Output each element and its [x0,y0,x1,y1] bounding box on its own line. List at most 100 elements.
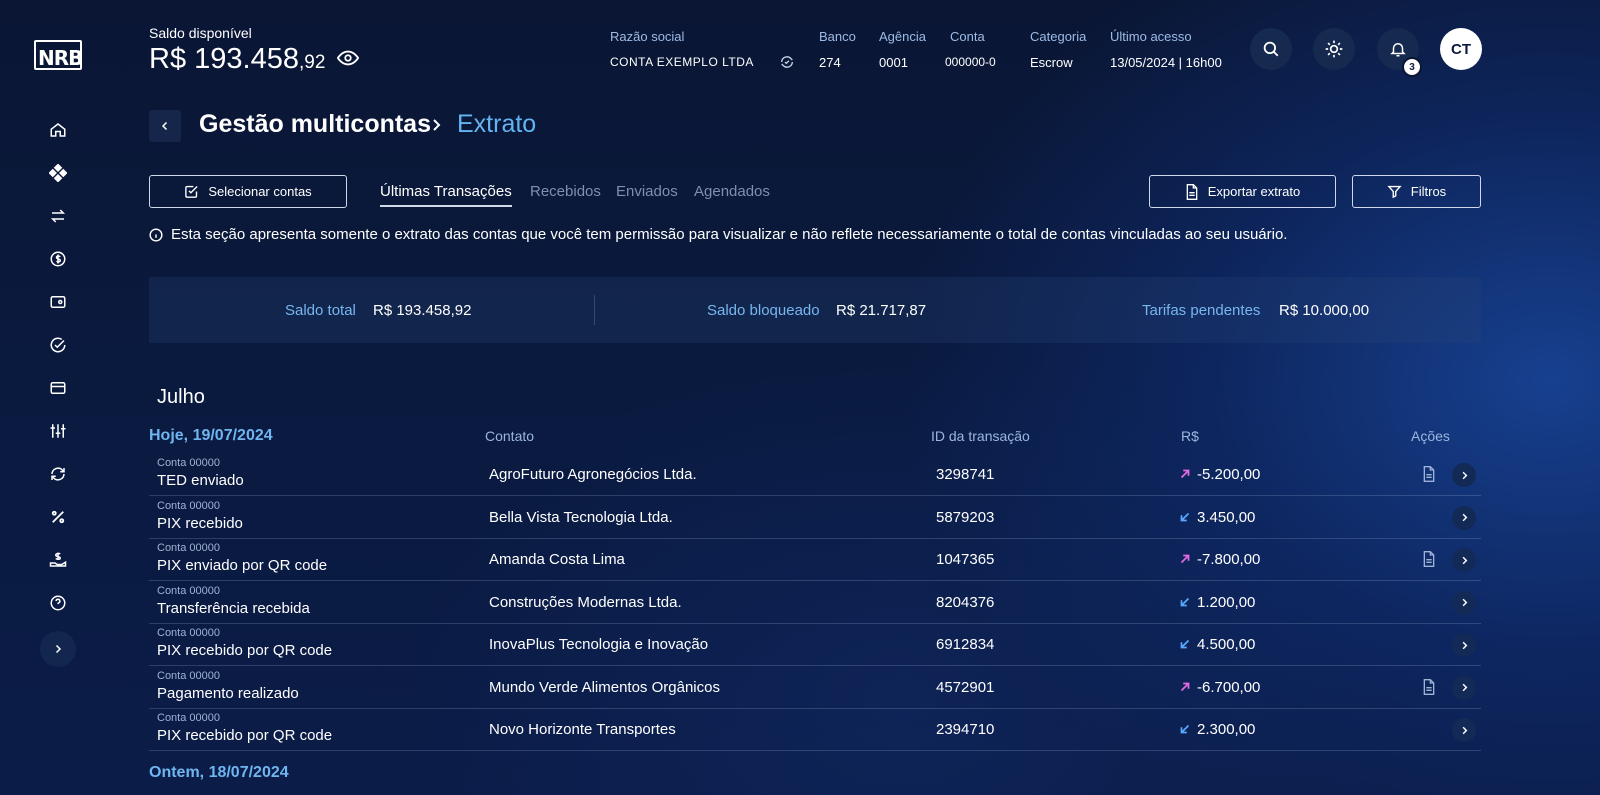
amount: -6.700,00 [1197,678,1261,696]
eye-icon[interactable] [337,50,359,66]
dollar-icon[interactable] [46,247,70,271]
table-row[interactable]: Conta 00000 PIX enviado por QR code Amanda… [149,539,1481,581]
receipt-icon[interactable] [1422,678,1436,695]
sliders-icon[interactable] [46,419,70,443]
tab-enviados[interactable]: Enviados [616,183,678,200]
info-notice: Esta seção apresenta somente o extrato d… [149,226,1287,243]
transaction-id: 4572901 [936,678,995,696]
agencia-value: 0001 [879,55,908,70]
wallet-icon[interactable] [46,290,70,314]
table-row[interactable]: Conta 00000 Transferência recebida Constru… [149,582,1481,624]
back-button[interactable] [149,110,181,142]
row-details-button[interactable] [1452,675,1476,700]
table-row[interactable]: Conta 00000 PIX recebido por QR code Novo … [149,709,1481,751]
table-row[interactable]: Conta 00000 TED enviado AgroFuturo Agroneg… [149,454,1481,496]
pending-fees-value: R$ 10.000,00 [1279,302,1370,319]
tab-ultimas-transacoes[interactable]: Últimas Transações [380,183,512,200]
row-details-button[interactable] [1452,590,1476,615]
amount: -5.200,00 [1197,466,1261,483]
balance-summary: Saldo total R$ 193.458,92 Saldo bloquead… [149,277,1481,343]
conta-label: Conta [950,29,985,44]
sidebar-expand-button[interactable] [40,631,76,667]
column-amount: R$ [1181,428,1199,444]
bell-icon [1390,43,1406,57]
theme-toggle-button[interactable] [1313,28,1355,70]
home-icon[interactable] [46,118,70,142]
breadcrumb-separator-icon [430,115,444,135]
logo[interactable]: NRB [34,40,83,70]
column-actions: Ações [1411,428,1450,444]
page-title[interactable]: Gestão multicontas [199,110,431,139]
receipt-icon[interactable] [1422,551,1436,567]
agencia-label: Agência [879,29,926,44]
contact-name: AgroFuturo Agronegócios Ltda. [489,466,697,483]
card-icon[interactable] [46,376,70,400]
pending-fees-label: Tarifas pendentes [1142,302,1261,319]
ultimo-acesso-value: 13/05/2024 | 16h00 [1110,55,1222,70]
chevron-right-icon [1462,683,1467,692]
table-row[interactable]: Conta 00000 PIX recebido por QR code Inova… [149,624,1481,666]
export-statement-button[interactable]: Exportar extrato [1149,175,1336,208]
filter-icon [1387,185,1402,199]
amount: 1.200,00 [1197,593,1256,611]
chevron-right-icon [1462,556,1467,564]
filters-button[interactable]: Filtros [1352,175,1481,208]
chevron-right-icon [1462,598,1467,607]
razao-social-value: CONTA EXEMPLO LTDA [610,55,754,69]
transaction-type: PIX recebido por QR code [157,642,333,659]
grid-icon[interactable] [46,161,70,185]
account-label: Conta 00000 [157,584,220,597]
arrow-up-right-icon [1178,680,1192,694]
transaction-type: PIX enviado por QR code [157,557,328,574]
row-details-button[interactable] [1452,463,1476,487]
account-label: Conta 00000 [157,499,220,512]
avatar[interactable]: CT [1440,28,1482,70]
contact-name: Construções Modernas Ltda. [489,593,682,611]
search-icon [1263,41,1279,57]
transaction-type: PIX recebido [157,514,243,532]
transaction-id: 3298741 [936,466,995,483]
blocked-balance-value: R$ 21.717,87 [836,302,927,319]
amount: 2.300,00 [1197,721,1256,738]
account-label: Conta 00000 [157,712,220,724]
transfer-icon[interactable] [46,204,70,228]
row-details-button[interactable] [1452,548,1476,572]
table-row[interactable]: Conta 00000 PIX recebido Bella Vista Tecno… [149,497,1481,539]
transaction-id: 6912834 [936,636,995,653]
day-header-today: Hoje, 19/07/2024 [149,427,273,444]
percent-icon[interactable] [46,505,70,529]
balance-label: Saldo disponível [149,25,252,41]
contact-name: Amanda Costa Lima [489,551,625,568]
arrow-down-left-icon [1178,637,1192,651]
account-label: Conta 00000 [157,669,220,682]
checkbox-icon [185,185,198,198]
switch-account-icon[interactable] [779,54,795,70]
row-details-button[interactable] [1452,718,1476,742]
month-heading: Julho [157,386,205,408]
account-label: Conta 00000 [157,542,220,554]
contact-name: Mundo Verde Alimentos Orgânicos [489,678,720,696]
ultimo-acesso-label: Último acesso [1110,29,1192,44]
tab-recebidos[interactable]: Recebidos [530,183,601,200]
sun-icon [1325,40,1343,58]
categoria-label: Categoria [1030,29,1087,44]
money-hand-icon[interactable] [46,548,70,572]
check-circle-icon[interactable] [46,333,70,357]
arrow-up-right-icon [1178,552,1192,566]
select-accounts-button[interactable]: Selecionar contas [149,175,347,208]
sync-icon[interactable] [46,462,70,486]
transaction-id: 8204376 [936,593,995,611]
conta-value: 000000-0 [945,55,996,69]
receipt-icon[interactable] [1422,466,1436,482]
chevron-right-icon [55,644,62,654]
transaction-type: PIX recebido por QR code [157,727,333,744]
search-button[interactable] [1250,28,1292,70]
help-icon[interactable] [46,591,70,615]
table-row[interactable]: Conta 00000 Pagamento realizado Mundo Verd… [149,667,1481,709]
arrow-down-left-icon [1178,595,1192,609]
chevron-right-icon [1462,726,1467,734]
row-details-button[interactable] [1452,633,1476,657]
row-details-button[interactable] [1452,505,1476,530]
tab-agendados[interactable]: Agendados [694,183,770,200]
notification-badge: 3 [1402,57,1422,77]
